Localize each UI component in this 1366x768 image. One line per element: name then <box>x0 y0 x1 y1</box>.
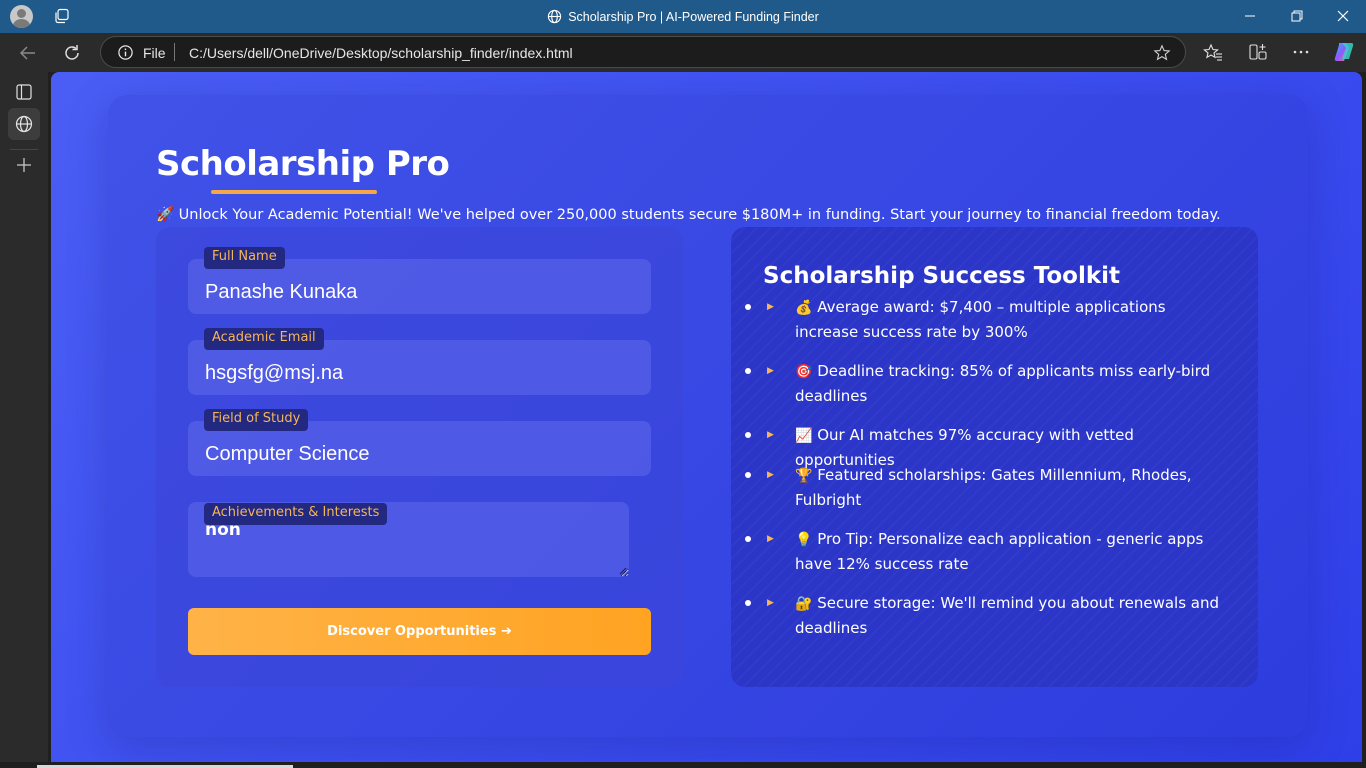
money-bag-icon: 💰 <box>795 300 813 316</box>
arrow-icon: ▶ <box>767 598 774 608</box>
tip-list: ▶ 💰 Average award: $7,400 – multiple app… <box>731 227 1258 687</box>
arrow-icon: ▶ <box>767 366 774 376</box>
academic-email-label: Academic Email <box>204 328 324 350</box>
new-tab-plus-icon[interactable] <box>14 155 34 175</box>
reload-icon[interactable] <box>61 42 83 64</box>
restore-icon[interactable] <box>1287 6 1307 26</box>
arrow-icon: ▶ <box>767 470 774 480</box>
favorites-icon[interactable] <box>1203 42 1223 62</box>
resize-grip-icon[interactable] <box>619 567 627 575</box>
brand-underline <box>211 190 377 194</box>
list-item: ▶ 💰 Average award: $7,400 – multiple app… <box>745 295 1225 344</box>
tip-text: 🎯 Deadline tracking: 85% of applicants m… <box>795 359 1225 408</box>
full-name-label: Full Name <box>204 247 285 269</box>
list-item: ▶ 🏆 Featured scholarships: Gates Millenn… <box>745 463 1225 512</box>
list-item: ▶ 💡 Pro Tip: Personalize each applicatio… <box>745 527 1225 576</box>
minimize-icon[interactable] <box>1240 6 1260 26</box>
globe-tab-icon <box>15 115 33 133</box>
lock-icon: 🔐 <box>795 596 813 612</box>
trophy-icon: 🏆 <box>795 468 813 484</box>
lightbulb-icon: 💡 <box>795 532 813 548</box>
field-of-study-label: Field of Study <box>204 409 309 431</box>
tab-actions-icon[interactable] <box>14 82 34 102</box>
browser-sidebar <box>0 72 48 768</box>
tip-text: 💰 Average award: $7,400 – multiple appli… <box>795 295 1225 344</box>
bullet-dot <box>745 368 751 374</box>
url-bar[interactable]: File C:/Users/dell/OneDrive/Desktop/scho… <box>100 36 1186 68</box>
tip-text: 💡 Pro Tip: Personalize each application … <box>795 527 1225 576</box>
active-tab-button[interactable] <box>8 108 40 140</box>
bullet-dot <box>745 536 751 542</box>
copilot-icon[interactable] <box>1332 40 1356 64</box>
tip-text-body: Pro Tip: Personalize each application - … <box>795 530 1204 573</box>
back-arrow-icon[interactable] <box>17 42 39 64</box>
url-separator <box>174 43 175 61</box>
tip-text-body: Average award: $7,400 – multiple applica… <box>795 298 1166 341</box>
brand-title: Scholarship Pro <box>156 144 450 184</box>
globe-icon <box>548 9 562 24</box>
url-scheme: File <box>143 45 166 61</box>
tip-text-body: Secure storage: We'll remind you about r… <box>795 594 1220 637</box>
tip-text-body: Deadline tracking: 85% of applicants mis… <box>795 362 1211 405</box>
info-icon[interactable] <box>117 44 134 61</box>
page-viewport: Scholarship Pro 🚀 Unlock Your Academic P… <box>51 72 1362 762</box>
url-path[interactable]: C:/Users/dell/OneDrive/Desktop/scholarsh… <box>189 45 573 61</box>
arrow-icon: ▶ <box>767 430 774 440</box>
arrow-icon: ▶ <box>767 302 774 312</box>
window-title-text: Scholarship Pro | AI-Powered Funding Fin… <box>568 10 819 24</box>
target-icon: 🎯 <box>795 364 813 380</box>
tip-text: 🔐 Secure storage: We'll remind you about… <box>795 591 1225 640</box>
bullet-dot <box>745 432 751 438</box>
more-options-icon[interactable] <box>1291 42 1311 62</box>
list-item: ▶ 🎯 Deadline tracking: 85% of applicants… <box>745 359 1225 408</box>
bullet-dot <box>745 304 751 310</box>
bullet-dot <box>745 472 751 478</box>
chart-up-icon: 📈 <box>795 428 813 444</box>
achievements-label: Achievements & Interests <box>204 503 388 525</box>
tip-text: 🏆 Featured scholarships: Gates Millenniu… <box>795 463 1225 512</box>
close-icon[interactable] <box>1333 6 1353 26</box>
list-item: ▶ 🔐 Secure storage: We'll remind you abo… <box>745 591 1225 640</box>
favorite-star-icon[interactable] <box>1153 44 1171 62</box>
window-title: Scholarship Pro | AI-Powered Funding Fin… <box>0 9 1366 24</box>
title-bar: Scholarship Pro | AI-Powered Funding Fin… <box>0 0 1366 33</box>
taskbar-strip <box>0 762 1366 768</box>
tagline: 🚀 Unlock Your Academic Potential! We've … <box>156 207 1221 223</box>
sidebar-divider <box>10 149 38 150</box>
bullet-dot <box>745 600 751 606</box>
arrow-icon: ▶ <box>767 534 774 544</box>
address-toolbar: File C:/Users/dell/OneDrive/Desktop/scho… <box>0 33 1366 72</box>
success-toolkit-panel: Scholarship Success Toolkit ▶ 💰 Average … <box>731 227 1258 687</box>
discover-opportunities-button[interactable]: Discover Opportunities ➔ <box>188 608 651 655</box>
tip-text-body: Featured scholarships: Gates Millennium,… <box>795 466 1192 509</box>
collections-icon[interactable] <box>1248 42 1268 62</box>
scholarship-form: Full Name Academic Email Field of Study … <box>156 227 683 687</box>
